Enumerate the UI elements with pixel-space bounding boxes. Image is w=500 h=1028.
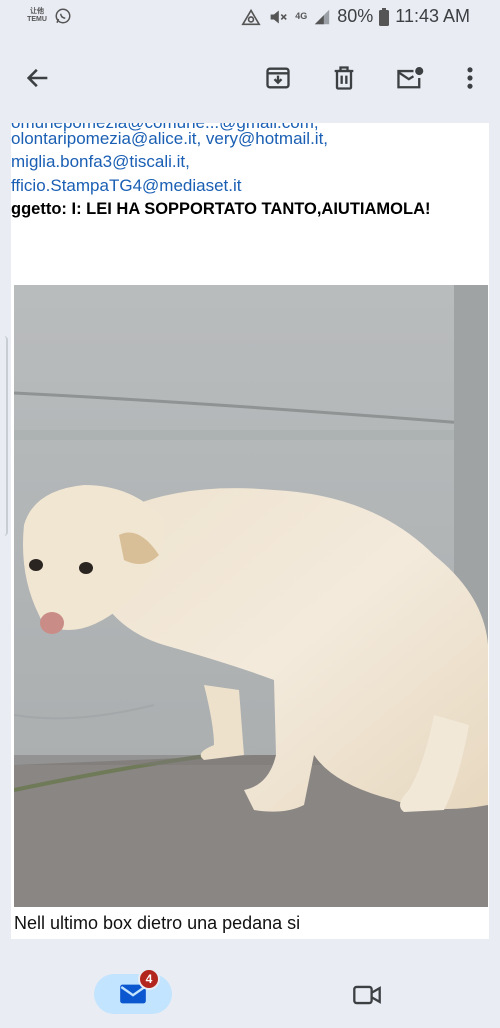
dog-photo[interactable] [14, 285, 488, 907]
recipient-line: fficio.StampaTG4@mediaset.it [11, 176, 241, 196]
app-bar [0, 50, 500, 106]
mail-tab[interactable]: 4 [94, 968, 172, 1014]
battery-percent: 80% [337, 6, 374, 26]
recipient-link[interactable]: miglia.bonfa3@tiscali.it, [11, 152, 190, 171]
recipient-link[interactable]: fficio.StampaTG4@mediaset.it [11, 176, 241, 195]
video-icon [353, 985, 381, 1005]
alarm-icon [241, 8, 261, 25]
temu-sub: 让他 [30, 8, 44, 15]
more-vert-icon [467, 67, 473, 89]
status-bar: 让他 TEMU 4G 80% 11:43 AM [0, 0, 500, 36]
edge-panel-handle[interactable] [0, 336, 8, 536]
status-left: 让他 TEMU [26, 7, 72, 25]
mute-icon [270, 9, 287, 24]
whatsapp-icon [55, 8, 71, 24]
email-body: omunepomezia@comune...@gmail.com, olonta… [11, 123, 489, 939]
battery-icon [379, 7, 390, 26]
email-body-text: Nell ultimo box dietro una pedana si [14, 913, 301, 933]
recipient-link[interactable]: olontaripomezia@alice.it, very@hotmail.i… [11, 129, 328, 148]
archive-button[interactable] [262, 62, 294, 94]
recipient-line: olontaripomezia@alice.it, very@hotmail.i… [11, 129, 328, 149]
archive-icon [266, 67, 290, 89]
delete-icon [334, 66, 354, 90]
bottom-navigation: 4 [0, 958, 500, 1028]
more-options-button[interactable] [454, 62, 486, 94]
signal-icon [315, 9, 330, 24]
network-type: 4G [295, 11, 308, 21]
temu-icon: 让他 TEMU [26, 8, 48, 24]
meet-tab[interactable] [350, 980, 384, 1010]
status-right: 4G 80% 11:43 AM [241, 6, 470, 27]
clock: 11:43 AM [395, 6, 470, 26]
recipient-line: miglia.bonfa3@tiscali.it, [11, 152, 190, 172]
back-button[interactable] [22, 62, 54, 94]
mark-unread-button[interactable] [394, 62, 426, 94]
mark-unread-icon [397, 67, 424, 89]
back-arrow-icon [26, 68, 48, 88]
unread-badge: 4 [138, 968, 160, 990]
delete-button[interactable] [328, 62, 360, 94]
temu-label: TEMU [27, 16, 47, 23]
email-subject: ggetto: I: LEI HA SOPPORTATO TANTO,AIUTI… [11, 200, 431, 218]
